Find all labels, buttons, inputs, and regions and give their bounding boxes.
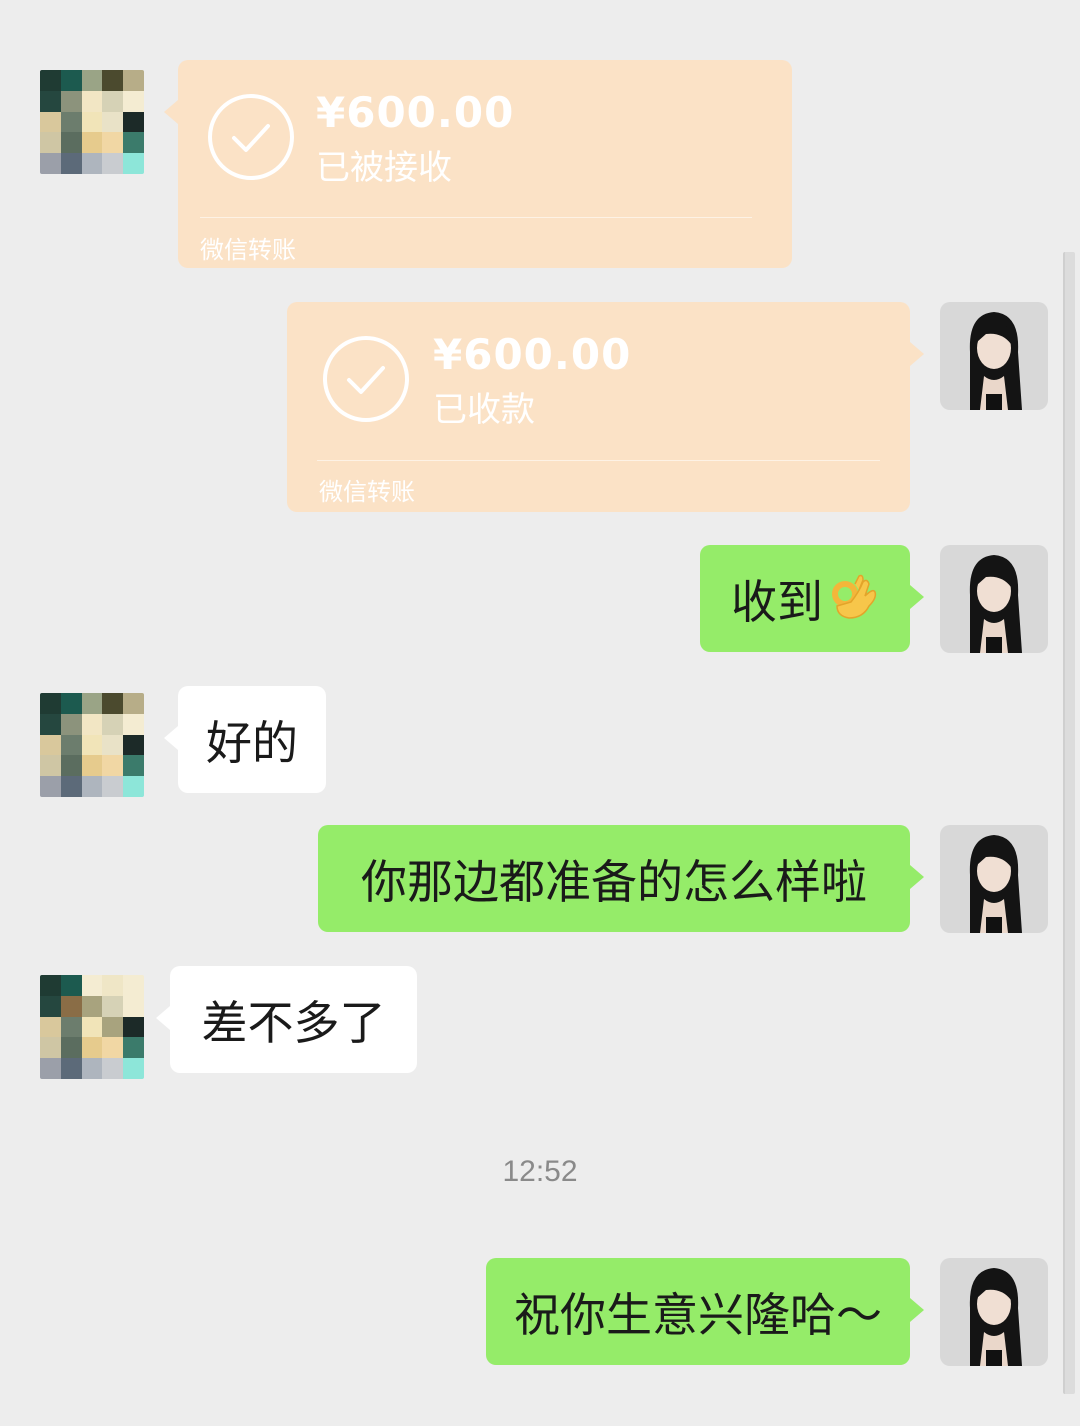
- scrollbar[interactable]: [1063, 252, 1075, 1394]
- check-circle-icon: [323, 336, 409, 422]
- contact-avatar[interactable]: [40, 693, 144, 797]
- contact-avatar[interactable]: [40, 70, 144, 174]
- transfer-status: 已被接收: [316, 148, 452, 188]
- transfer-footer-label: 微信转账: [200, 236, 296, 264]
- contact-avatar[interactable]: [40, 975, 144, 1079]
- transfer-status: 已收款: [433, 390, 535, 430]
- message-bubble-sent[interactable]: 你那边都准备的怎么样啦: [318, 825, 924, 932]
- transfer-divider: [200, 217, 752, 218]
- message-bubble-received[interactable]: 差不多了: [156, 966, 417, 1073]
- chat-window: ¥600.00 已被接收 微信转账 ¥600.00 已收款 微信转账 收到 好的…: [0, 0, 1080, 1426]
- transfer-bubble-received[interactable]: ¥600.00 已收款 微信转账: [287, 302, 924, 512]
- message-timestamp: 12:52: [502, 1155, 578, 1188]
- message-text: 祝你生意兴隆哈～: [514, 1287, 882, 1342]
- transfer-footer-label: 微信转账: [319, 478, 415, 506]
- message-text: 收到: [700, 545, 910, 652]
- user-avatar[interactable]: [940, 545, 1048, 653]
- message-text: 差不多了: [201, 995, 386, 1050]
- ok-hand-emoji-icon: [832, 574, 877, 619]
- message-bubble-sent[interactable]: 祝你生意兴隆哈～: [486, 1258, 924, 1365]
- message-text: 你那边都准备的怎么样啦: [361, 854, 867, 909]
- transfer-bubble-sent[interactable]: ¥600.00 已被接收 微信转账: [164, 60, 792, 268]
- transfer-amount: ¥600.00: [316, 88, 515, 137]
- user-avatar[interactable]: [940, 1258, 1048, 1366]
- user-avatar[interactable]: [940, 302, 1048, 410]
- check-circle-icon: [208, 94, 294, 180]
- message-text-content: 收到: [731, 574, 823, 629]
- transfer-divider: [317, 460, 880, 461]
- message-bubble-received[interactable]: 好的: [164, 686, 326, 793]
- transfer-amount: ¥600.00: [433, 330, 632, 379]
- user-avatar[interactable]: [940, 825, 1048, 933]
- message-bubble-sent[interactable]: 收到: [700, 545, 924, 652]
- message-text: 好的: [206, 715, 298, 770]
